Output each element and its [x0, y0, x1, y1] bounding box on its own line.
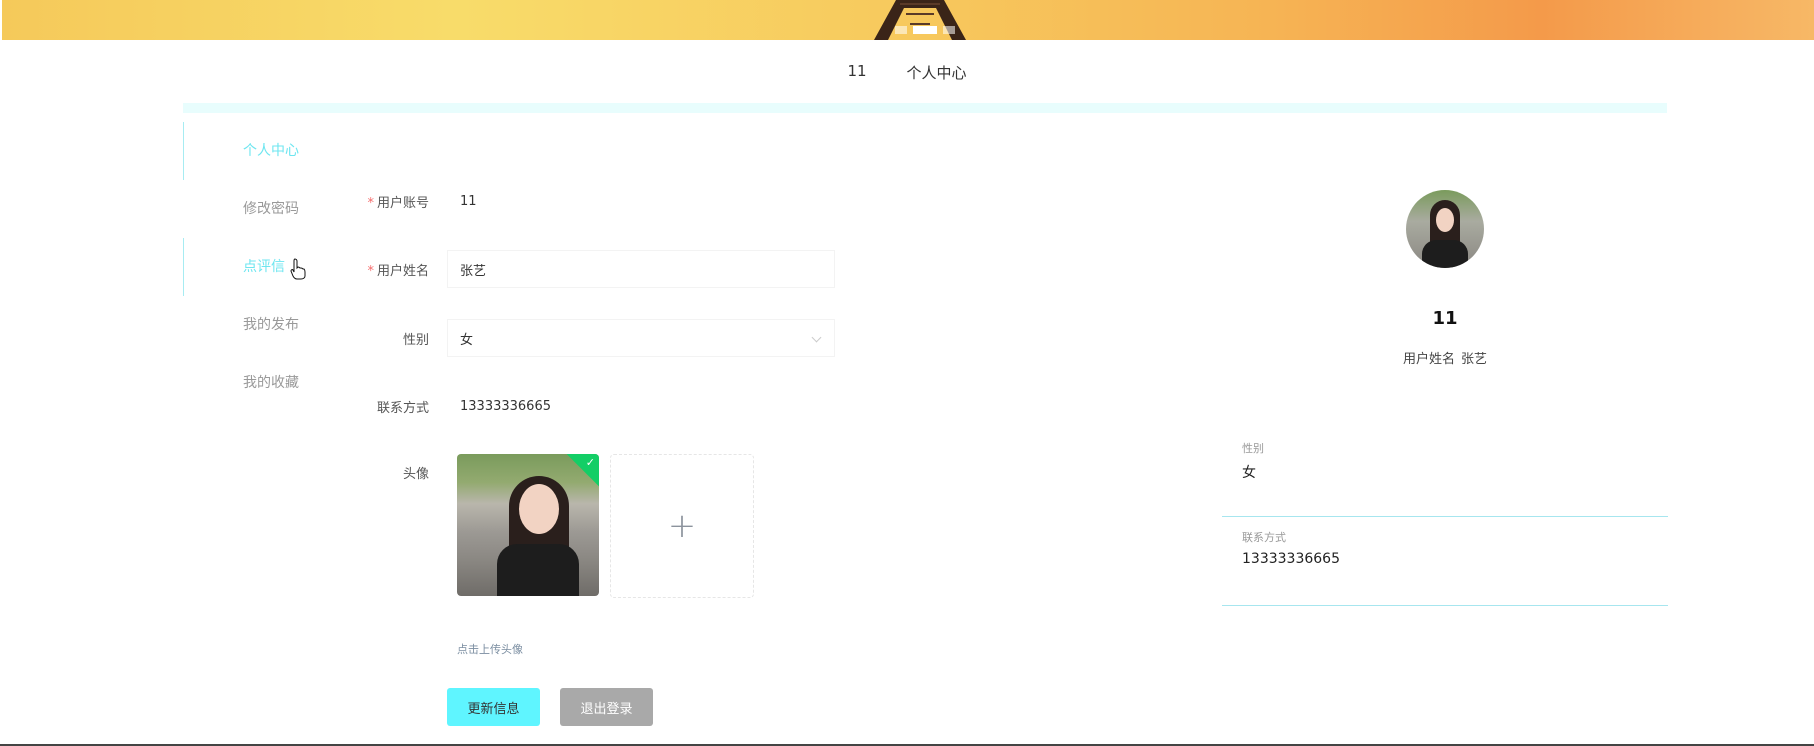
account-label: * 用户账号 [340, 192, 447, 211]
logout-button[interactable]: 退出登录 [560, 688, 653, 726]
profile-subtitle: 用户姓名 张艺 [1222, 348, 1668, 367]
sidebar-item-personal-center[interactable]: 个人中心 [183, 122, 333, 180]
sidebar-item-label: 我的收藏 [243, 375, 299, 391]
form-row-contact: 联系方式 13333336665 [340, 387, 860, 425]
section-divider [183, 103, 1667, 113]
sidebar-item-label: 我的发布 [243, 317, 299, 333]
thumbnail-body [497, 544, 579, 596]
required-mark: * [367, 263, 374, 279]
name-label-text: 用户姓名 [376, 263, 429, 279]
hand-cursor-icon [290, 258, 306, 280]
thumbnail-face [519, 484, 559, 534]
banner-carousel[interactable] [2, 0, 1814, 40]
contact-label: 联系方式 [376, 400, 429, 416]
profile-gender-label: 性别 [1242, 442, 1264, 455]
form-row-name: * 用户姓名 张艺 [340, 250, 860, 288]
form-row-account: * 用户账号 11 [340, 182, 860, 220]
sidebar-item-label: 个人中心 [243, 143, 299, 159]
update-info-button[interactable]: 更新信息 [447, 688, 540, 726]
sidebar-item-change-password[interactable]: 修改密码 [183, 180, 333, 238]
required-mark: * [367, 195, 374, 211]
carousel-indicators [895, 26, 955, 34]
account-field[interactable]: 11 [447, 182, 835, 220]
profile-gender-value: 女 [1242, 465, 1256, 481]
upload-add-button[interactable]: + [610, 454, 754, 598]
profile-sub-label: 用户姓名 [1402, 352, 1455, 367]
gender-select-value: 女 [460, 332, 474, 348]
carousel-dot[interactable] [895, 26, 907, 34]
sidebar-item-reviews[interactable]: 点评信 [183, 238, 333, 296]
check-icon: ✓ [585, 456, 595, 469]
profile-contact-block: 联系方式 13333336665 [1222, 517, 1668, 606]
account-label-text: 用户账号 [376, 195, 429, 211]
avatar-face [1436, 208, 1454, 232]
gender-label: 性别 [402, 332, 429, 348]
name-field[interactable]: 张艺 [447, 250, 835, 288]
sidebar-item-my-favorites[interactable]: 我的收藏 [183, 354, 333, 412]
profile-contact-label: 联系方式 [1242, 531, 1286, 544]
contact-field[interactable]: 13333336665 [447, 387, 835, 425]
profile-contact-value: 13333336665 [1242, 551, 1340, 567]
profile-name: 11 [1432, 308, 1458, 329]
nav-personal-center[interactable]: 个人中心 [907, 62, 967, 83]
sidebar-item-label: 修改密码 [243, 201, 299, 217]
form-row-gender: 性别 女 [340, 319, 860, 357]
name-label: * 用户姓名 [340, 260, 447, 279]
profile-gender-block: 性别 女 [1222, 428, 1668, 517]
upload-tip: 点击上传头像 [457, 643, 523, 656]
sidebar-item-label: 点评信 [243, 259, 285, 275]
uploaded-avatar-thumbnail[interactable]: ✓ [457, 454, 599, 596]
avatar-label: 头像 [402, 467, 429, 482]
avatar-body [1422, 240, 1468, 268]
sidebar-item-my-posts[interactable]: 我的发布 [183, 296, 333, 354]
plus-icon: + [667, 506, 697, 546]
carousel-dot-active[interactable] [913, 26, 937, 34]
sidebar: 个人中心 修改密码 点评信 我的发布 我的收藏 [183, 122, 333, 412]
top-nav: 11 个人中心 [0, 62, 1814, 83]
tower-image [874, 0, 966, 40]
avatar [1406, 190, 1484, 268]
page: 11 个人中心 个人中心 修改密码 点评信 我的发布 我的收藏 * 用户账号 11… [0, 0, 1814, 746]
carousel-dot[interactable] [943, 26, 955, 34]
nav-user-id[interactable]: 11 [847, 62, 866, 83]
profile-sub-value: 张艺 [1461, 352, 1488, 367]
gender-select[interactable]: 女 [447, 319, 835, 357]
chevron-down-icon [811, 332, 822, 343]
